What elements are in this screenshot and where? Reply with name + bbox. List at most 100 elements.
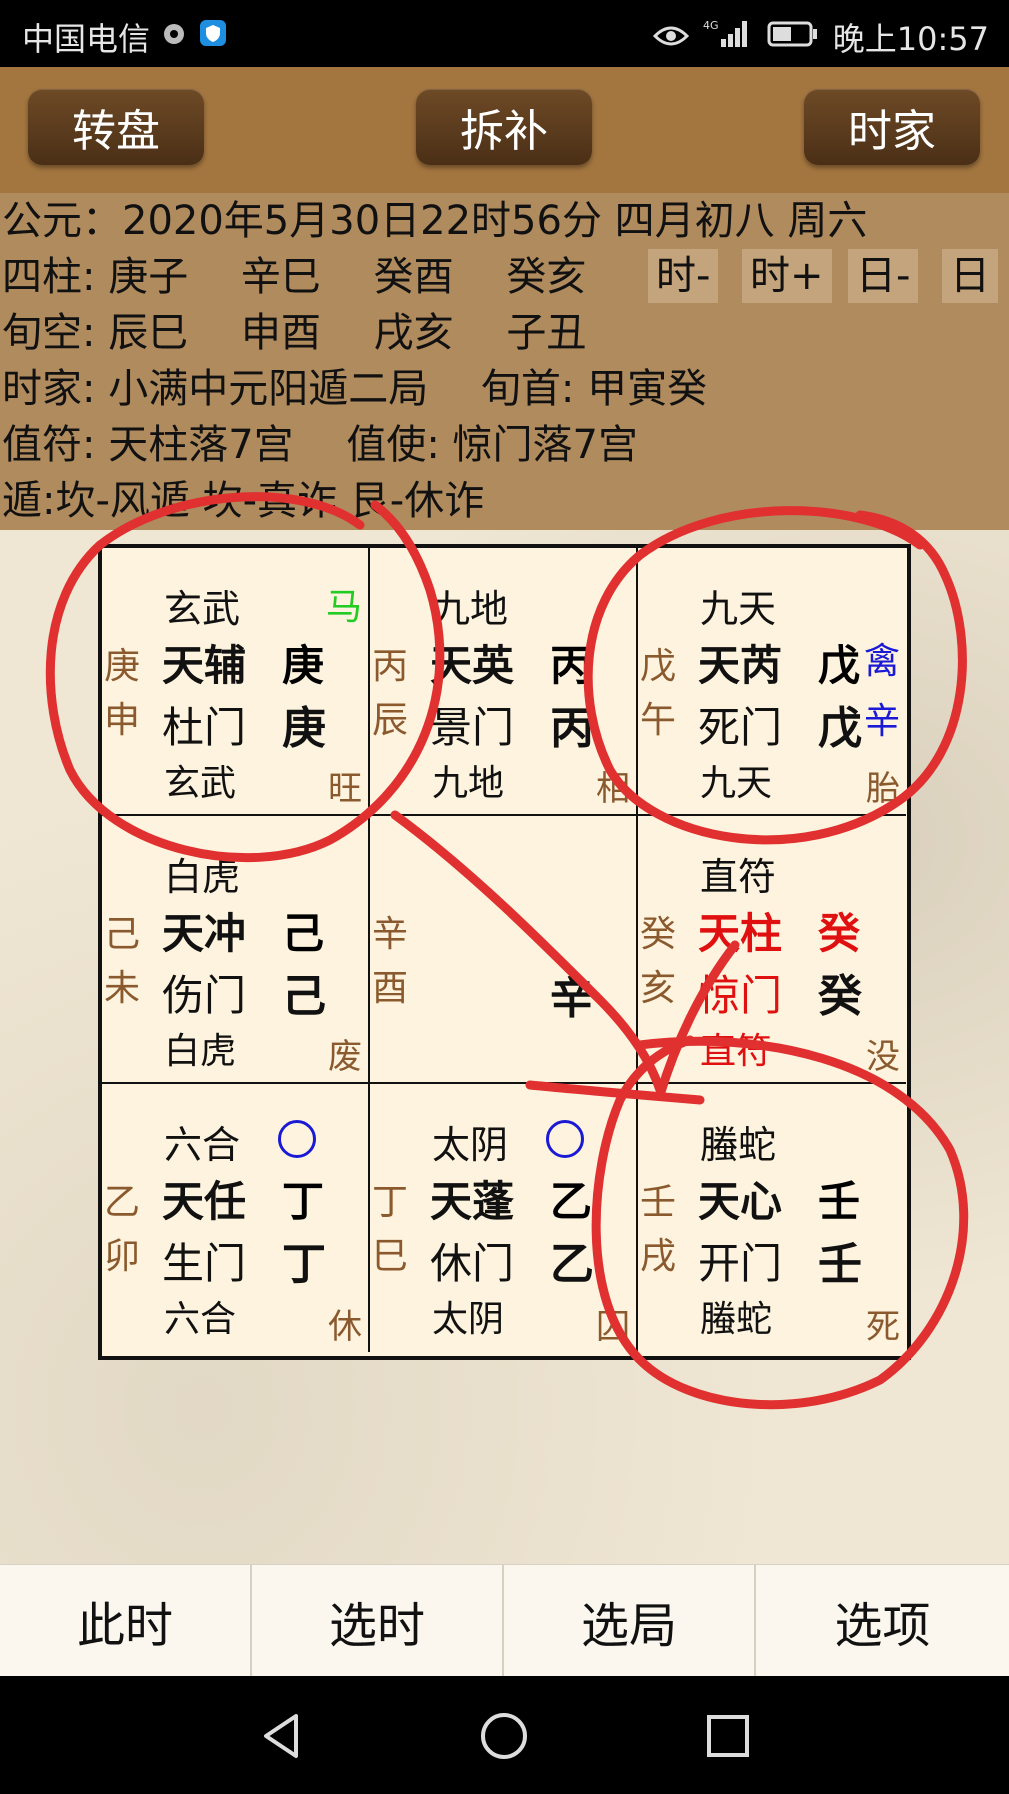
palace-earth-stem: 丁 bbox=[282, 1239, 326, 1290]
palace-stem: 庚申 bbox=[104, 646, 141, 741]
bottom-bar: 此时 选时 选局 选项 bbox=[0, 1564, 1009, 1677]
palace-deity-secondary: 直符 bbox=[700, 1031, 773, 1072]
palace-earth-stem: 癸 bbox=[818, 971, 862, 1022]
shijia-ju-line: 时家: 小满中元阳遁二局 旬首: 甲寅癸 bbox=[2, 366, 708, 412]
dun-line: 遁:坎-风遁 坎-真诈 艮-休诈 bbox=[2, 478, 485, 524]
palace-earth-stem: 庚 bbox=[282, 703, 326, 754]
palace-stem: 丁巳 bbox=[372, 1182, 409, 1277]
palace-star: 天辅 bbox=[162, 641, 247, 690]
hour-plus-button[interactable]: 时+ bbox=[742, 249, 832, 303]
palace-earth-stem: 辛 bbox=[550, 973, 594, 1024]
recents-icon[interactable] bbox=[698, 1706, 758, 1766]
solar-date-line: 公元：2020年5月30日22时56分 四月初八 周六 bbox=[2, 198, 868, 244]
svg-text:4G: 4G bbox=[703, 19, 719, 32]
palace-cell[interactable]: 庚申 玄武 马 天辅 庚 杜门 庚 玄武 旺 bbox=[102, 548, 370, 816]
palace-cell[interactable]: 丁巳 太阴 天蓬 乙 休门 乙 太阴 囚 bbox=[370, 1084, 638, 1352]
palace-state: 胎 bbox=[866, 769, 900, 809]
palace-deity-secondary: 太阴 bbox=[432, 1299, 505, 1340]
palace-star: 天蓬 bbox=[430, 1177, 515, 1226]
xunkong-line: 旬空: 辰巳 申酉 戌亥 子丑 bbox=[2, 310, 587, 356]
system-navigation-bar bbox=[0, 1676, 1009, 1794]
palace-deity: 六合 bbox=[164, 1123, 241, 1167]
palace-deity: 螣蛇 bbox=[700, 1123, 777, 1167]
palace-door: 开门 bbox=[698, 1239, 783, 1288]
palace-cell[interactable]: 乙卯 六合 天任 丁 生门 丁 六合 休 bbox=[102, 1084, 370, 1352]
empty-circle-icon bbox=[278, 1120, 316, 1158]
palace-deity: 太阴 bbox=[432, 1123, 509, 1167]
info-panel: 公元：2020年5月30日22时56分 四月初八 周六 四柱: 庚子 辛巳 癸酉… bbox=[0, 193, 1009, 530]
palace-star-stem: 丁 bbox=[282, 1177, 325, 1226]
shield-icon bbox=[198, 18, 228, 56]
palace-door: 伤门 bbox=[162, 971, 247, 1020]
palace-door: 休门 bbox=[430, 1239, 515, 1288]
palace-stem: 戊午 bbox=[640, 646, 677, 741]
palace-star-stem: 己 bbox=[282, 909, 325, 958]
four-pillars-line: 四柱: 庚子 辛巳 癸酉 癸亥 bbox=[2, 254, 587, 300]
palace-earth-stem: 乙 bbox=[550, 1239, 594, 1290]
palace-earth-stem: 己 bbox=[282, 971, 326, 1022]
palace-deity-secondary: 螣蛇 bbox=[700, 1299, 773, 1340]
battery-icon bbox=[767, 18, 819, 56]
palace-state: 囚 bbox=[596, 1307, 630, 1347]
palace-door: 惊门 bbox=[698, 971, 783, 1020]
shijia-button[interactable]: 时家 bbox=[804, 89, 980, 165]
palace-cell[interactable]: 己未 白虎 天冲 己 伤门 己 白虎 废 bbox=[102, 816, 370, 1084]
palace-star: 天芮 bbox=[698, 641, 783, 690]
palace-star: 天心 bbox=[698, 1177, 783, 1226]
hour-minus-button[interactable]: 时- bbox=[648, 249, 719, 303]
zhifu-line: 值符: 天柱落7宫 值使: 惊门落7宫 bbox=[2, 422, 638, 468]
day-minus-button[interactable]: 日- bbox=[848, 249, 919, 303]
status-bar: 中国电信 4G 晚上10:57 bbox=[0, 0, 1009, 67]
palace-cell[interactable]: 戊午 九天 天芮 戊 禽 死门 戊 辛 九天 胎 bbox=[638, 548, 906, 816]
palace-stem: 辛酉 bbox=[372, 914, 409, 1009]
day-plus-button[interactable]: 日 bbox=[942, 249, 998, 303]
palace-star-stem: 癸 bbox=[818, 909, 861, 958]
palace-star: 天任 bbox=[162, 1177, 247, 1226]
now-button[interactable]: 此时 bbox=[0, 1565, 252, 1677]
select-ju-button[interactable]: 选局 bbox=[504, 1565, 756, 1677]
palace-deity: 九天 bbox=[700, 587, 777, 631]
qin-tag: 禽 bbox=[863, 641, 900, 682]
notification-icon bbox=[160, 18, 188, 56]
top-toolbar: 转盘 拆补 时家 bbox=[0, 67, 1009, 193]
palace-stem: 乙卯 bbox=[104, 1182, 141, 1277]
select-time-button[interactable]: 选时 bbox=[252, 1565, 504, 1677]
palace-deity-secondary: 九地 bbox=[432, 763, 505, 804]
chaibu-button[interactable]: 拆补 bbox=[416, 89, 592, 165]
palace-stem: 壬戌 bbox=[640, 1182, 677, 1277]
palace-star-stem: 乙 bbox=[550, 1177, 593, 1226]
palace-earth-stem: 戊 bbox=[818, 703, 862, 754]
palace-cell[interactable]: 癸亥 直符 天柱 癸 惊门 癸 直符 没 bbox=[638, 816, 906, 1084]
rotate-board-button[interactable]: 转盘 bbox=[28, 89, 204, 165]
palace-deity-secondary: 玄武 bbox=[164, 763, 237, 804]
palace-stem: 己未 bbox=[104, 914, 141, 1009]
palace-door: 景门 bbox=[430, 703, 515, 752]
palace-stem: 癸亥 bbox=[640, 914, 677, 1009]
palace-deity-secondary: 六合 bbox=[164, 1299, 237, 1340]
palace-state: 旺 bbox=[328, 769, 362, 809]
palace-deity: 九地 bbox=[432, 587, 509, 631]
palace-cell[interactable]: 丙辰 九地 天英 丙 景门 丙 九地 相 bbox=[370, 548, 638, 816]
palace-state: 相 bbox=[596, 769, 630, 809]
palace-star: 天柱 bbox=[698, 909, 783, 958]
palace-deity-secondary: 九天 bbox=[700, 763, 773, 804]
palace-star-stem: 庚 bbox=[282, 641, 325, 690]
horse-tag: 马 bbox=[325, 587, 362, 628]
palace-door: 杜门 bbox=[162, 703, 247, 752]
home-icon[interactable] bbox=[474, 1706, 534, 1766]
carrier-label: 中国电信 bbox=[22, 20, 151, 58]
palace-cell[interactable]: 壬戌 螣蛇 天心 壬 开门 壬 螣蛇 死 bbox=[638, 1084, 906, 1352]
palace-deity: 白虎 bbox=[164, 855, 241, 899]
signal-icon: 4G bbox=[703, 17, 753, 57]
palace-star: 天英 bbox=[430, 641, 515, 690]
palace-star-stem: 戊 bbox=[818, 641, 861, 690]
back-icon[interactable] bbox=[252, 1706, 312, 1766]
xin-tag: 辛 bbox=[863, 701, 900, 742]
palace-stem: 丙辰 bbox=[372, 646, 409, 741]
empty-circle-icon bbox=[546, 1120, 584, 1158]
palace-state: 没 bbox=[866, 1037, 900, 1077]
options-button[interactable]: 选项 bbox=[756, 1565, 1009, 1677]
palace-door: 生门 bbox=[162, 1239, 247, 1288]
palace-star-stem: 壬 bbox=[818, 1177, 861, 1226]
center-palace-cell[interactable]: 辛酉 辛 bbox=[370, 816, 638, 1084]
